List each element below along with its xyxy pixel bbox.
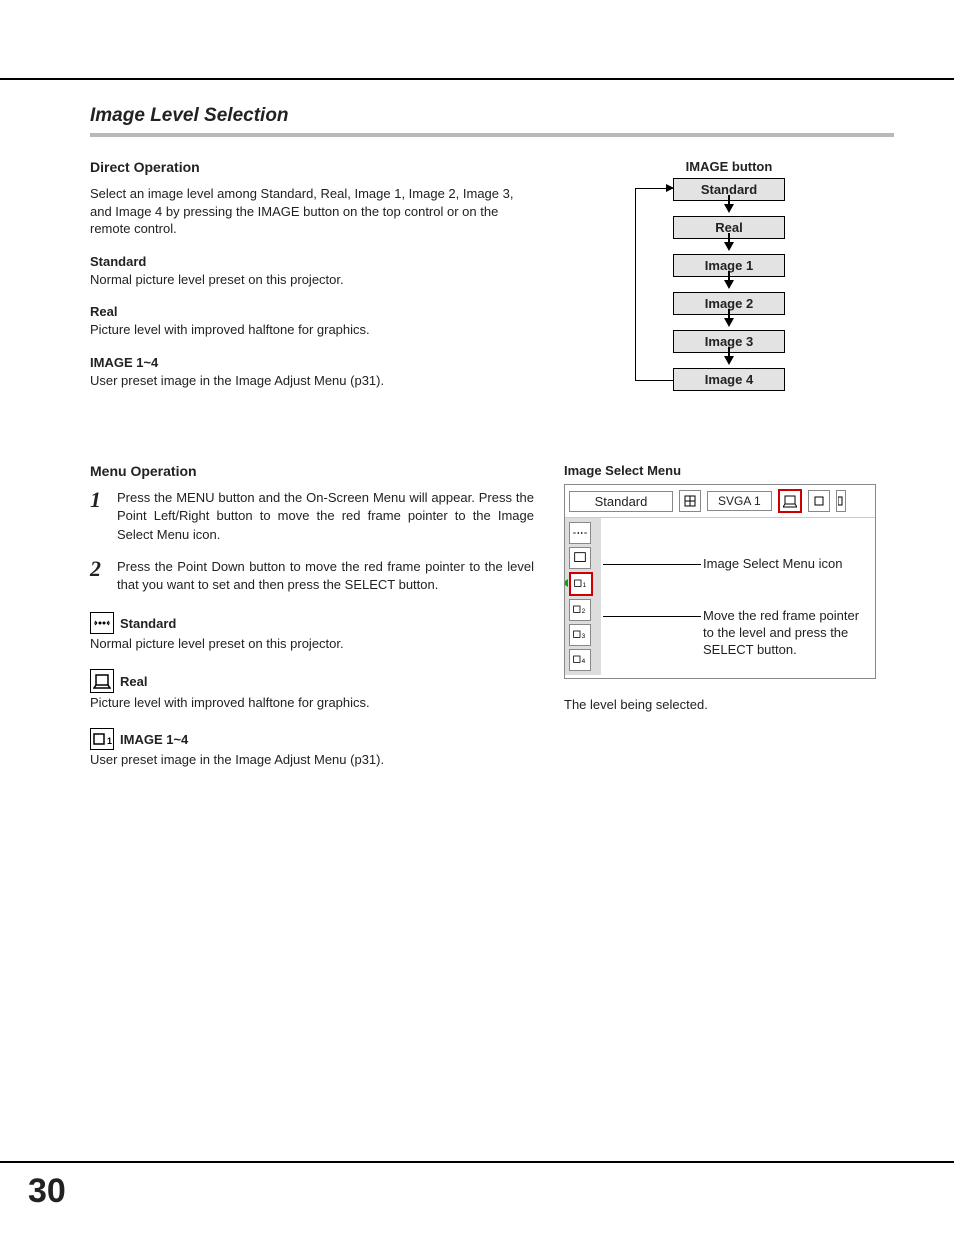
mock-status: Standard [569,491,673,512]
icon-def-title: Standard [120,616,176,631]
callout-line [603,616,701,617]
step-text: Press the Point Down button to move the … [117,558,534,594]
def-body: Normal picture level preset on this proj… [90,271,534,289]
input-source-icon [679,490,701,512]
callout-1: Image Select Menu icon [703,556,842,573]
flow-loop-bottom [635,380,673,381]
step-number-1: 1 [90,489,101,544]
footer-rule [0,1161,954,1163]
def-title: Standard [90,254,534,269]
side-real-icon [569,547,591,569]
image-select-menu-mock: Standard SVGA 1 [564,484,876,679]
menu-heading: Menu Operation [90,463,534,479]
icon-def-title: Real [120,674,147,689]
page-number: 30 [28,1172,66,1211]
def-title: IMAGE 1~4 [90,355,534,370]
down-arrow-icon [724,204,734,213]
icon-def-title: IMAGE 1~4 [120,732,188,747]
step-text: Press the MENU button and the On-Screen … [117,489,534,544]
callout-2: Move the red frame pointer to the level … [703,608,873,659]
flow-loop-top-arrow [635,188,673,189]
callout-line [603,564,701,565]
image-button-flowchart: IMAGE button Standard Real Image 1 Image… [564,159,894,391]
image-preset-icon: 1 [90,728,114,750]
def-body: User preset image in the Image Adjust Me… [90,372,534,390]
image-adjust-menu-icon [808,490,830,512]
mock-caption: The level being selected. [564,697,894,712]
svg-text:4: 4 [582,658,586,665]
direct-heading: Direct Operation [90,159,534,175]
menu-overflow-icon [836,490,846,512]
side-standard-icon [569,522,591,544]
step-number-2: 2 [90,558,101,594]
flow-loop-line [635,188,636,381]
down-arrow-icon [724,242,734,251]
down-arrow-icon [724,318,734,327]
def-title: Real [90,304,534,319]
flow-label: IMAGE button [686,159,773,174]
svg-text:1: 1 [107,736,112,746]
image-select-menu-icon [778,489,802,513]
def-body: Picture level with improved halftone for… [90,321,534,339]
side-image4-icon: 4 [569,649,591,671]
mock-system: SVGA 1 [707,491,772,511]
svg-text:1: 1 [583,582,587,589]
icon-def-body: Normal picture level preset on this proj… [90,636,534,651]
top-rule [0,78,954,80]
down-arrow-icon [724,356,734,365]
direct-intro: Select an image level among Standard, Re… [90,185,534,238]
side-image1-icon: 1 [569,572,593,596]
side-image2-icon: 2 [569,599,591,621]
section-underline [90,133,894,137]
standard-icon [90,612,114,634]
icon-def-body: User preset image in the Image Adjust Me… [90,752,534,767]
side-image3-icon: 3 [569,624,591,646]
svg-text:3: 3 [582,633,586,640]
real-icon [90,669,114,693]
mock-label: Image Select Menu [564,463,894,478]
svg-text:2: 2 [582,608,586,615]
icon-def-body: Picture level with improved halftone for… [90,695,534,710]
flow-box: Image 4 [673,368,785,391]
section-title: Image Level Selection [90,105,894,127]
down-arrow-icon [724,280,734,289]
